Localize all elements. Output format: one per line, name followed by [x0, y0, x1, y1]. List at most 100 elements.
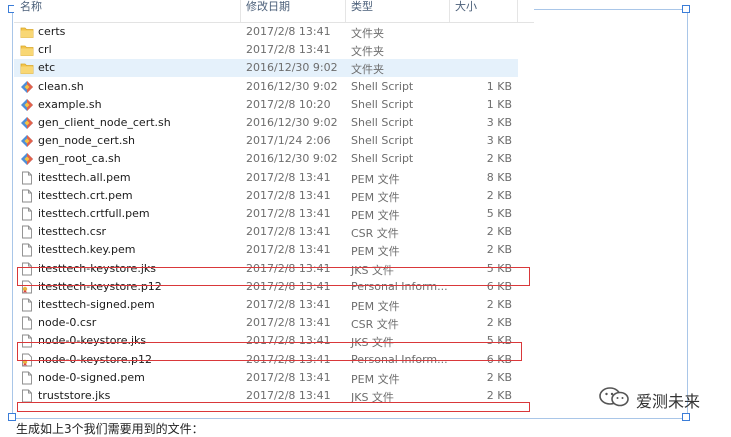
modified-date: 2017/2/8 13:41	[246, 370, 331, 384]
file-size: 2 KB	[486, 370, 512, 384]
file-size: 1 KB	[486, 97, 512, 111]
table-row[interactable]: node-0.csr 2017/2/8 13:41 CSR 文件 2 KB	[14, 314, 518, 332]
file-size: 2 KB	[486, 243, 512, 257]
table-row[interactable]: example.sh 2017/2/8 10:20 Shell Script 1 KB	[14, 96, 518, 114]
watermark-text: 爱测未来	[636, 392, 701, 411]
modified-date: 2017/2/8 13:41	[246, 298, 331, 311]
table-row[interactable]: itesttech-keystore.p12 2017/2/8 13:41 Pers…	[14, 278, 518, 296]
file-name: node-0-keystore.jks	[38, 334, 147, 348]
table-row[interactable]: itesttech.crtfull.pem 2017/2/8 13:41 PEM 文…	[14, 205, 518, 223]
shell-script-icon	[20, 80, 34, 94]
table-row[interactable]: certs 2017/2/8 13:41 文件夹	[14, 23, 518, 41]
table-row[interactable]: etc 2016/12/30 9:02 文件夹	[14, 59, 518, 78]
file-name: itesttech-signed.pem	[38, 298, 155, 311]
file-size: 5 KB	[486, 207, 512, 220]
resize-handle-bottom-left[interactable]	[8, 413, 16, 421]
modified-date: 2017/2/8 13:41	[246, 188, 331, 202]
file-type: 文件夹	[351, 45, 384, 59]
modified-date: 2017/2/8 13:41	[246, 207, 331, 220]
file-name: node-0-keystore.p12	[38, 352, 152, 366]
file-type: PEM 文件	[351, 209, 400, 222]
modified-date: 2016/12/30 9:02	[246, 152, 338, 166]
table-row[interactable]: itesttech-signed.pem 2017/2/8 13:41 PEM 文件…	[14, 296, 518, 314]
file-size: 2 KB	[486, 298, 512, 311]
file-size: 3 KB	[486, 116, 512, 129]
shell-script-icon	[20, 152, 34, 166]
file-type: Shell Script	[351, 116, 414, 129]
table-row[interactable]: itesttech.crt.pem 2017/2/8 13:41 PEM 文件 2 K…	[14, 187, 518, 205]
file-size: 6 KB	[486, 279, 512, 293]
modified-date: 2017/2/8 13:41	[246, 43, 331, 57]
file-size: 2 KB	[486, 225, 512, 239]
file-type: Personal Inform...	[351, 352, 448, 366]
modified-date: 2017/2/8 13:41	[246, 170, 331, 184]
resize-handle-top-right[interactable]	[682, 5, 690, 13]
table-row[interactable]: itesttech.key.pem 2017/2/8 13:41 PEM 文件 2 K…	[14, 241, 518, 259]
modified-date: 2017/2/8 13:41	[246, 25, 331, 38]
file-size: 3 KB	[486, 134, 512, 148]
shell-script-icon	[20, 98, 34, 112]
shell-script-icon	[20, 134, 34, 148]
file-type: Shell Script	[351, 152, 414, 166]
file-type: PEM 文件	[351, 300, 400, 313]
file-name: example.sh	[38, 97, 102, 111]
table-row[interactable]: itesttech.csr 2017/2/8 13:41 CSR 文件 2 KB	[14, 223, 518, 241]
file-name: itesttech.key.pem	[38, 243, 136, 257]
file-name: crl	[38, 43, 52, 57]
shell-script-icon	[20, 116, 34, 130]
modified-date: 2017/2/8 13:41	[246, 389, 331, 402]
file-list: 名称 修改日期 类型 大小 certs 2017/2/8 13:41 文件夹 crl 2…	[14, 0, 534, 413]
table-row[interactable]: gen_client_node_cert.sh 2016/12/30 9:02 Sh…	[14, 114, 518, 132]
file-icon	[20, 171, 34, 185]
file-icon	[20, 207, 34, 221]
table-row[interactable]: itesttech-keystore.jks 2017/2/8 13:41 JKS …	[14, 260, 518, 278]
file-name: itesttech.all.pem	[38, 170, 131, 184]
file-size: 1 KB	[486, 79, 512, 93]
certificate-icon	[20, 353, 34, 367]
file-name: itesttech.crtfull.pem	[38, 207, 150, 220]
file-type: CSR 文件	[351, 227, 399, 241]
file-name: itesttech.csr	[38, 225, 107, 239]
file-type: PEM 文件	[351, 372, 400, 386]
resize-handle-bottom-right[interactable]	[682, 413, 690, 421]
file-size: 2 KB	[486, 316, 512, 330]
file-size: 2 KB	[486, 389, 512, 402]
file-type: 文件夹	[351, 27, 384, 40]
modified-date: 2017/2/8 13:41	[246, 225, 331, 239]
file-size: 5 KB	[486, 334, 512, 348]
modified-date: 2017/2/8 13:41	[246, 279, 331, 293]
file-icon	[20, 243, 34, 257]
modified-date: 2016/12/30 9:02	[246, 116, 338, 129]
table-row[interactable]: itesttech.all.pem 2017/2/8 13:41 PEM 文件 8 K…	[14, 169, 518, 187]
file-name: gen_root_ca.sh	[38, 152, 121, 166]
table-row[interactable]: gen_root_ca.sh 2016/12/30 9:02 Shell Scrip…	[14, 150, 518, 168]
file-name: certs	[38, 25, 66, 38]
file-icon	[20, 189, 34, 203]
file-name: itesttech-keystore.jks	[38, 261, 156, 275]
file-type: JKS 文件	[351, 391, 394, 404]
table-row[interactable]: node-0-keystore.jks 2017/2/8 13:41 JKS 文件 5…	[14, 332, 518, 350]
table-row[interactable]: gen_node_cert.sh 2017/1/24 2:06 Shell Scri…	[14, 132, 518, 150]
folder-icon	[20, 25, 34, 39]
certificate-icon	[20, 280, 34, 294]
file-type: PEM 文件	[351, 245, 400, 259]
file-name: node-0.csr	[38, 316, 97, 330]
table-row[interactable]: clean.sh 2016/12/30 9:02 Shell Script 1 KB	[14, 78, 518, 96]
file-type: CSR 文件	[351, 318, 399, 332]
file-type: PEM 文件	[351, 172, 400, 186]
file-type: PEM 文件	[351, 190, 400, 204]
table-row[interactable]: node-0-signed.pem 2017/2/8 13:41 PEM 文件 2 K…	[14, 369, 518, 387]
file-name: node-0-signed.pem	[38, 370, 145, 384]
file-icon	[20, 262, 34, 276]
file-name: itesttech-keystore.p12	[38, 279, 162, 293]
modified-date: 2016/12/30 9:02	[246, 61, 338, 75]
table-row[interactable]: crl 2017/2/8 13:41 文件夹	[14, 41, 518, 59]
file-type: JKS 文件	[351, 336, 394, 350]
table-row[interactable]: truststore.jks 2017/2/8 13:41 JKS 文件 2 KB	[14, 387, 518, 405]
file-icon	[20, 225, 34, 239]
table-row[interactable]: node-0-keystore.p12 2017/2/8 13:41 Persona…	[14, 351, 518, 369]
file-name: truststore.jks	[38, 389, 111, 402]
modified-date: 2016/12/30 9:02	[246, 79, 338, 93]
file-icon	[20, 316, 34, 330]
file-size: 2 KB	[486, 152, 512, 166]
